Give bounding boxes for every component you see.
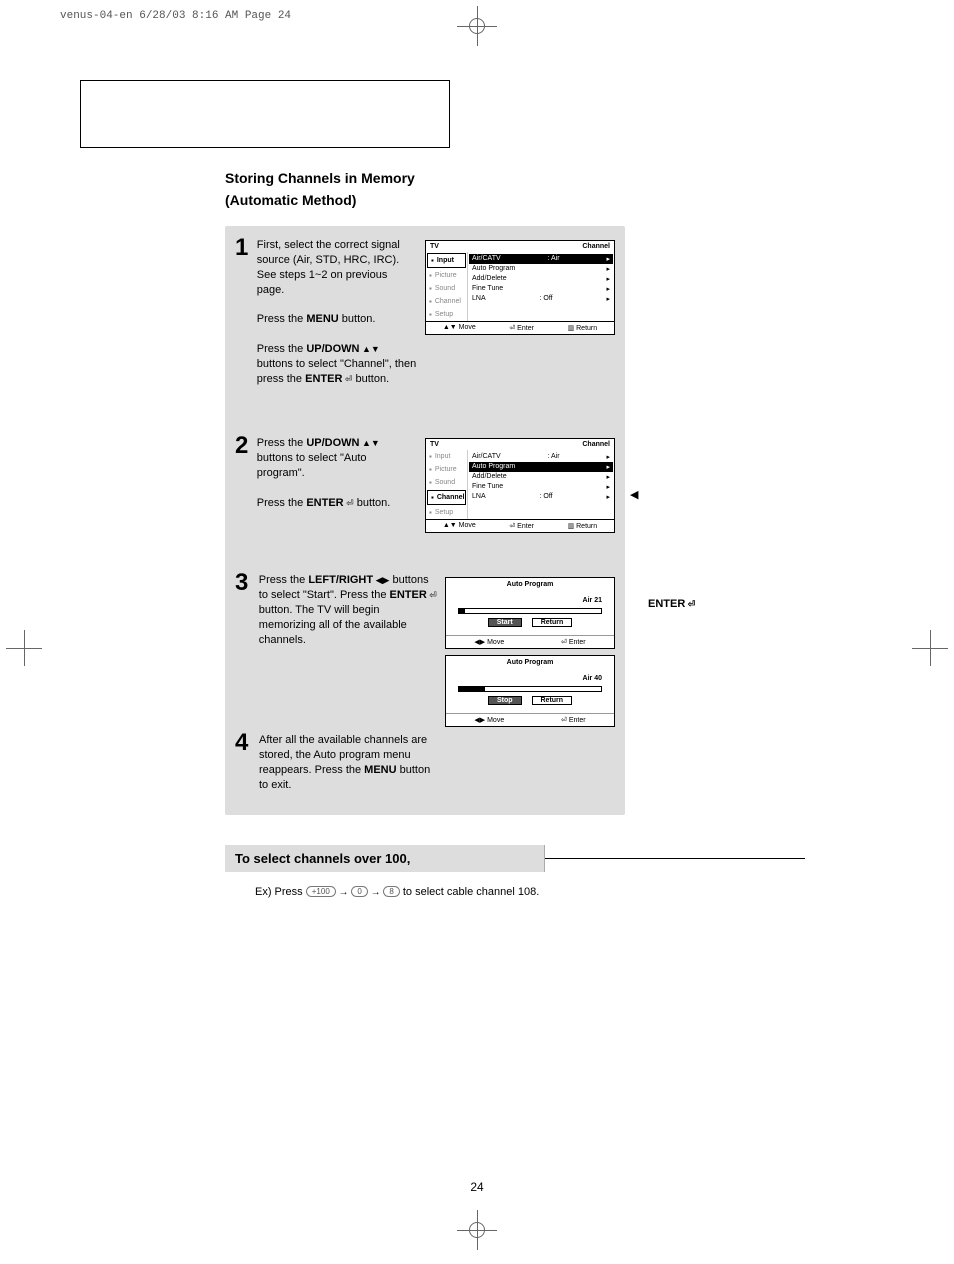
step-4: 4 After all the available channels are s… bbox=[225, 731, 625, 800]
osd3-progress bbox=[458, 608, 602, 614]
page-number: 24 bbox=[470, 1180, 483, 1194]
osd2-row: Fine Tune bbox=[472, 482, 610, 492]
osd-screenshot-1: TV Channel ▪Input▪Picture▪Sound▪Channel▪… bbox=[425, 236, 615, 386]
osd3-btn-return: Return bbox=[532, 618, 573, 627]
osd-screenshot-2: TV Channel ▪Input▪Picture▪Sound▪Channel▪… bbox=[425, 434, 615, 533]
osd2-side-setup: ▪Setup bbox=[426, 506, 467, 519]
osd1-side-setup: ▪Setup bbox=[426, 308, 467, 321]
osd2-side-input: ▪Input bbox=[426, 450, 467, 463]
step-3-text: Press the LEFT/RIGHT buttons to select "… bbox=[259, 571, 437, 727]
step-2-number: 2 bbox=[235, 434, 253, 533]
reg-mark-left bbox=[6, 630, 42, 666]
step-2: 2 Press the UP/DOWN buttons to select "A… bbox=[225, 434, 625, 541]
osd1-row: Air/CATV: Air bbox=[469, 254, 613, 264]
step-3-number: 3 bbox=[235, 571, 255, 727]
page-content: Storing Channels in Memory (Automatic Me… bbox=[225, 170, 865, 898]
callout-line bbox=[545, 858, 805, 859]
reg-mark-right bbox=[912, 630, 948, 666]
empty-frame bbox=[80, 80, 450, 148]
osd2-side-sound: ▪Sound bbox=[426, 476, 467, 489]
osd1-row: LNA: Off bbox=[472, 294, 610, 304]
reg-mark-bottom bbox=[457, 1210, 497, 1250]
key-0: 0 bbox=[351, 886, 367, 897]
key-100: +100 bbox=[306, 886, 336, 897]
section-subtitle: (Automatic Method) bbox=[225, 192, 865, 208]
osd4-btn-stop: Stop bbox=[488, 696, 522, 705]
osd1-section: Channel bbox=[582, 243, 610, 250]
callout-prefix: Ex) Press bbox=[255, 886, 303, 898]
reg-mark-top bbox=[457, 6, 497, 46]
osd-screenshot-3-4: Auto Program Air 21 StartReturn ◀▶ Move⏎… bbox=[445, 571, 615, 727]
print-slug: venus-04-en 6/28/03 8:16 AM Page 24 bbox=[60, 10, 291, 22]
step-3: 3 Press the LEFT/RIGHT buttons to select… bbox=[225, 571, 625, 735]
osd2-side-channel: ▪Channel bbox=[427, 490, 466, 505]
step-1: 1 First, select the correct signal sourc… bbox=[225, 236, 625, 394]
osd1-side-channel: ▪Channel bbox=[426, 295, 467, 308]
callout-body: Ex) Press +100 0 8 to select cable chann… bbox=[225, 872, 845, 898]
osd4-progress bbox=[458, 686, 602, 692]
osd2-row: Add/Delete bbox=[472, 472, 610, 482]
osd3-btn-start: Start bbox=[488, 618, 522, 627]
step-4-number: 4 bbox=[235, 731, 255, 792]
steps-column: 1 First, select the correct signal sourc… bbox=[225, 226, 625, 815]
callout-heading: To select channels over 100, bbox=[225, 845, 545, 872]
callout-section: To select channels over 100, Ex) Press +… bbox=[225, 845, 845, 898]
step-2-text: Press the UP/DOWN buttons to select "Aut… bbox=[257, 434, 417, 533]
step-4-text: After all the available channels are sto… bbox=[259, 731, 439, 792]
side-caret-icon: ◀ bbox=[630, 488, 638, 501]
osd4-title: Auto Program bbox=[446, 656, 614, 669]
osd1-side-picture: ▪Picture bbox=[426, 269, 467, 282]
osd1-tv: TV bbox=[430, 243, 439, 250]
step-1-text: First, select the correct signal source … bbox=[257, 236, 417, 386]
osd1-side-input: ▪Input bbox=[427, 253, 466, 268]
callout-suffix: to select cable channel 108. bbox=[403, 886, 539, 898]
osd3-channel: Air 21 bbox=[458, 597, 602, 604]
osd2-row: Air/CATV: Air bbox=[472, 452, 610, 462]
osd1-row: Fine Tune bbox=[472, 284, 610, 294]
osd2-row: Auto Program bbox=[469, 462, 613, 472]
side-enter-label: ENTER bbox=[648, 598, 695, 610]
osd1-side-sound: ▪Sound bbox=[426, 282, 467, 295]
osd2-side-picture: ▪Picture bbox=[426, 463, 467, 476]
section-title: Storing Channels in Memory bbox=[225, 170, 865, 186]
osd2-tv: TV bbox=[430, 441, 439, 448]
osd2-row: LNA: Off bbox=[472, 492, 610, 502]
osd3-title: Auto Program bbox=[446, 578, 614, 591]
osd1-row: Add/Delete bbox=[472, 274, 610, 284]
osd4-channel: Air 40 bbox=[458, 675, 602, 682]
osd1-row: Auto Program bbox=[472, 264, 610, 274]
key-8: 8 bbox=[383, 886, 399, 897]
osd4-btn-return: Return bbox=[532, 696, 573, 705]
osd2-section: Channel bbox=[582, 441, 610, 448]
step-1-number: 1 bbox=[235, 236, 253, 386]
